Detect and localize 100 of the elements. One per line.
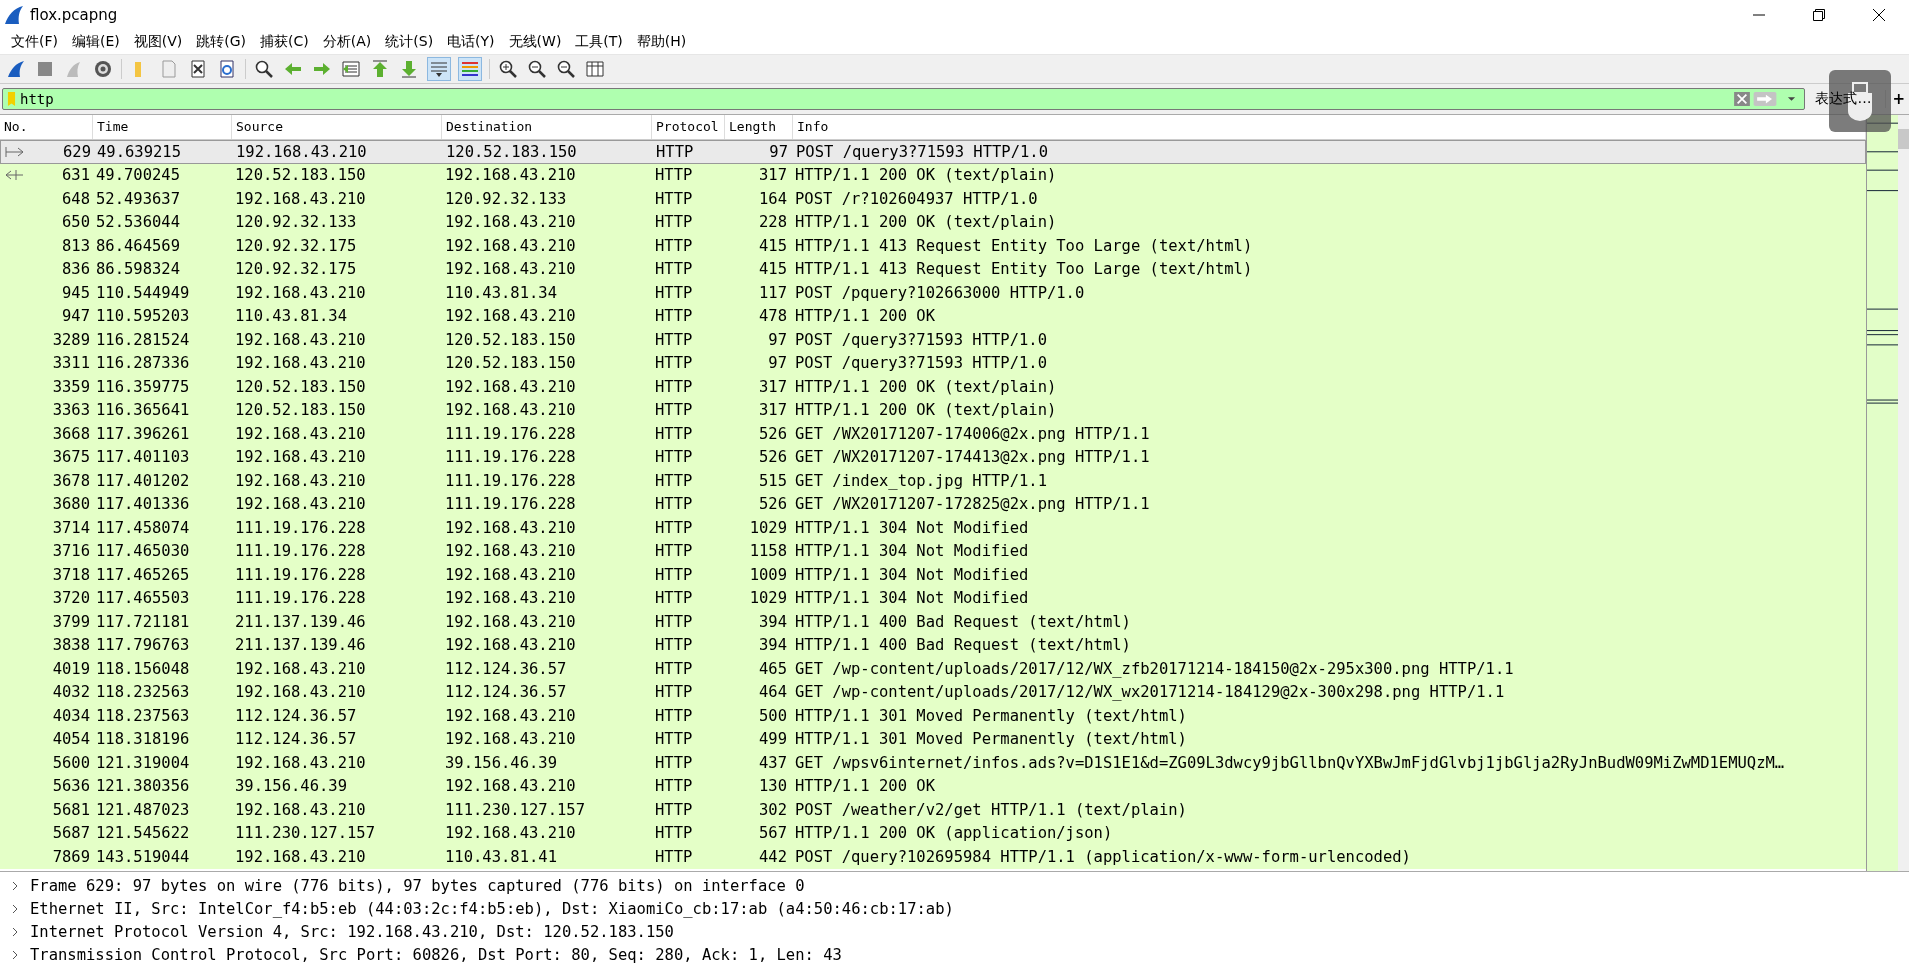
- menu-item[interactable]: 无线(W): [501, 31, 569, 53]
- packet-row[interactable]: 7869 143.519044 192.168.43.210 110.43.81.41 HTTP 442 POST /query?102695984 HTTP/1.1 (application/x-www-form-urlencoded): [0, 845, 1866, 869]
- packet-row[interactable]: 4032 118.232563 192.168.43.210 112.124.36.57 HTTP 464 GET /wp-content/uploads/2017/12/WX_wx20171214-184129@2x-300x298.png HTTP/1.1: [0, 680, 1866, 704]
- packet-row[interactable]: 3311 116.287336 192.168.43.210 120.52.183.150 HTTP 97 POST /query3?71593 HTTP/1.0: [0, 351, 1866, 375]
- resize-columns-icon[interactable]: [584, 58, 606, 80]
- table-cell-text: 116.359775: [95, 377, 191, 396]
- menu-item[interactable]: 工具(T): [568, 31, 630, 53]
- packet-row[interactable]: 5636 121.380356 39.156.46.39 192.168.43.210 HTTP 130 HTTP/1.1 200 OK: [0, 774, 1866, 798]
- dropdown-caret-icon[interactable]: [1787, 96, 1797, 102]
- packet-row[interactable]: 4054 118.318196 112.124.36.57 192.168.43.210 HTTP 499 HTTP/1.1 301 Moved Permanently (text/html): [0, 727, 1866, 751]
- packet-row[interactable]: 5687 121.545622 111.230.127.157 192.168.43.210 HTTP 567 HTTP/1.1 200 OK (application/json): [0, 821, 1866, 845]
- menu-item[interactable]: 电话(Y): [440, 31, 502, 53]
- table-cell-text: HTTP: [654, 753, 694, 772]
- packet-row[interactable]: 4019 118.156048 192.168.43.210 112.124.36.57 HTTP 465 GET /wp-content/uploads/2017/12/WX_zfb20171214-184150@2x-295x300.png HTTP/1.1: [0, 657, 1866, 681]
- menu-item[interactable]: 捕获(C): [253, 31, 316, 53]
- table-cell-text: HTTP/1.1 304 Not Modified: [794, 542, 1030, 561]
- autoscroll-icon[interactable]: [427, 57, 451, 81]
- menu-item[interactable]: 帮助(H): [629, 31, 694, 53]
- table-cell-text: HTTP: [654, 283, 694, 302]
- table-cell-text: 121.487023: [95, 800, 191, 819]
- table-cell-text: HTTP: [654, 401, 694, 420]
- expression-button[interactable]: 表达式…: [1805, 90, 1882, 108]
- table-cell: 947: [62, 307, 90, 326]
- shark-fin-icon: [4, 5, 24, 25]
- response-arrow-icon: [4, 169, 24, 182]
- table-cell-text: 192.168.43.210: [234, 847, 367, 866]
- detail-item[interactable]: Frame 629: 97 bytes on wire (776 bits), 97 bytes captured (776 bits) on interface 0: [30, 876, 805, 895]
- packet-row[interactable]: 813 86.464569 120.92.32.175 192.168.43.210 HTTP 415 HTTP/1.1 413 Request Entity Too Large (text/html): [0, 234, 1866, 258]
- detail-item[interactable]: Ethernet II, Src: IntelCor_f4:b5:eb (44:03:2c:f4:b5:eb), Dst: XiaomiCo_cb:17:ab (a4:50:46:cb:17:ab): [30, 899, 954, 918]
- packet-row[interactable]: 3678 117.401202 192.168.43.210 111.19.176.228 HTTP 515 GET /index_top.jpg HTTP/1.1: [0, 469, 1866, 493]
- packet-row[interactable]: 629 49.639215 192.168.43.210 120.52.183.150 HTTP 97 POST /query3?71593 HTTP/1.0: [0, 140, 1866, 164]
- packet-row[interactable]: 3838 117.796763 211.137.139.46 192.168.43.210 HTTP 394 HTTP/1.1 400 Bad Request (text/html): [0, 633, 1866, 657]
- table-cell-text: 39.156.46.39: [234, 777, 348, 796]
- table-cell-text: HTTP: [654, 354, 694, 373]
- zoom-out-icon[interactable]: [526, 58, 548, 80]
- table-cell-text: HTTP: [654, 565, 694, 584]
- table-cell-text: 117.401202: [95, 471, 191, 490]
- packet-row[interactable]: 3799 117.721181 211.137.139.46 192.168.43.210 HTTP 394 HTTP/1.1 400 Bad Request (text/html): [0, 610, 1866, 634]
- packet-row[interactable]: 836 86.598324 120.92.32.175 192.168.43.210 HTTP 415 HTTP/1.1 413 Request Entity Too Large (text/html): [0, 257, 1866, 281]
- table-cell-text: POST /pquery?102663000 HTTP/1.0: [794, 283, 1086, 302]
- display-filter-field[interactable]: http: [2, 88, 1806, 110]
- zoom-reset-icon[interactable]: [555, 58, 577, 80]
- menu-item[interactable]: 视图(V): [126, 31, 190, 53]
- usb-drive-overlay[interactable]: [1829, 70, 1891, 132]
- column-header[interactable]: Protocol: [652, 115, 725, 139]
- column-header[interactable]: No.: [0, 115, 93, 139]
- packet-row[interactable]: 3675 117.401103 192.168.43.210 111.19.176.228 HTTP 526 GET /WX20171207-174413@2x.png HTTP/1.1: [0, 445, 1866, 469]
- table-cell-text: 192.168.43.210: [234, 354, 367, 373]
- table-cell: 3678: [52, 471, 90, 490]
- packet-row[interactable]: 945 110.544949 192.168.43.210 110.43.81.34 HTTP 117 POST /pquery?102663000 HTTP/1.0: [0, 281, 1866, 305]
- table-cell-text: 317: [758, 401, 788, 420]
- table-cell-text: 192.168.43.210: [234, 424, 367, 443]
- detail-item[interactable]: Transmission Control Protocol, Src Port: 60826, Dst Port: 80, Seq: 280, Ack: 1, Len: 43: [30, 945, 842, 964]
- packet-row[interactable]: 947 110.595203 110.43.81.34 192.168.43.210 HTTP 478 HTTP/1.1 200 OK: [0, 304, 1866, 328]
- column-header[interactable]: Time: [93, 115, 232, 139]
- table-cell-text: 117.465265: [95, 565, 191, 584]
- add-filter-button[interactable]: +: [1890, 90, 1907, 108]
- packet-row[interactable]: 3363 116.365641 120.52.183.150 192.168.43.210 HTTP 317 HTTP/1.1 200 OK (text/plain): [0, 398, 1866, 422]
- table-cell-text: 478: [758, 307, 788, 326]
- packet-row[interactable]: 3680 117.401336 192.168.43.210 111.19.176.228 HTTP 526 GET /WX20171207-172825@2x.png HTTP/1.1: [0, 492, 1866, 516]
- column-header[interactable]: Length: [725, 115, 793, 139]
- packet-row[interactable]: 3714 117.458074 111.19.176.228 192.168.43.210 HTTP 1029 HTTP/1.1 304 Not Modified: [0, 516, 1866, 540]
- packet-row[interactable]: 3720 117.465503 111.19.176.228 192.168.43.210 HTTP 1029 HTTP/1.1 304 Not Modified: [0, 586, 1866, 610]
- column-header[interactable]: Destination: [442, 115, 652, 139]
- menu-item[interactable]: 分析(A): [315, 31, 379, 53]
- packet-row[interactable]: 3716 117.465030 111.19.176.228 192.168.43.210 HTTP 1158 HTTP/1.1 304 Not Modified: [0, 539, 1866, 563]
- settings-icon[interactable]: [92, 58, 114, 80]
- scrollbar[interactable]: [1898, 115, 1909, 871]
- packet-row[interactable]: 3289 116.281524 192.168.43.210 120.52.183.150 HTTP 97 POST /query3?71593 HTTP/1.0: [0, 328, 1866, 352]
- shark-fin-icon[interactable]: [5, 58, 27, 80]
- packet-row[interactable]: 648 52.493637 192.168.43.210 120.92.32.133 HTTP 164 POST /r?102604937 HTTP/1.0: [0, 187, 1866, 211]
- table-cell-text: 120.92.32.175: [234, 236, 358, 255]
- close-icon[interactable]: [1872, 8, 1886, 22]
- table-cell-text: HTTP/1.1 200 OK (text/plain): [794, 166, 1058, 185]
- packet-row[interactable]: 631 49.700245 120.52.183.150 192.168.43.210 HTTP 317 HTTP/1.1 200 OK (text/plain): [0, 163, 1866, 187]
- table-cell-text: 192.168.43.210: [444, 565, 577, 584]
- table-cell-text: 192.168.43.210: [444, 166, 577, 185]
- packet-row[interactable]: 5600 121.319004 192.168.43.210 39.156.46.39 HTTP 437 GET /wpsv6internet/infos.ads?v=D1S1E1&d=ZG09L3dwcy9jbGllbnQvYXBwJmFjdGlvbj1jbGlja2RyJnBudW09MiZwMD1EMUQzM…: [0, 751, 1866, 775]
- packet-row[interactable]: 650 52.536044 120.92.32.133 192.168.43.210 HTTP 228 HTTP/1.1 200 OK (text/plain): [0, 210, 1866, 234]
- menu-item[interactable]: 跳转(G): [189, 31, 254, 53]
- packet-row[interactable]: 3668 117.396261 192.168.43.210 111.19.176.228 HTTP 526 GET /WX20171207-174006@2x.png HTTP/1.1: [0, 422, 1866, 446]
- packet-row[interactable]: 3718 117.465265 111.19.176.228 192.168.43.210 HTTP 1009 HTTP/1.1 304 Not Modified: [0, 563, 1866, 587]
- menu-item[interactable]: 统计(S): [378, 31, 441, 53]
- clear-icon[interactable]: [1734, 92, 1751, 106]
- menu-item[interactable]: 编辑(E): [65, 31, 127, 53]
- packet-row[interactable]: 5681 121.487023 192.168.43.210 111.230.127.157 HTTP 302 POST /weather/v2/get HTTP/1.1 (text/plain): [0, 798, 1866, 822]
- column-header[interactable]: Source: [232, 115, 442, 139]
- detail-item[interactable]: Internet Protocol Version 4, Src: 192.168.43.210, Dst: 120.52.183.150: [30, 922, 674, 941]
- packet-row[interactable]: 4034 118.237563 112.124.36.57 192.168.43.210 HTTP 500 HTTP/1.1 301 Moved Permanently (text/html): [0, 704, 1866, 728]
- colorize-icon[interactable]: [458, 57, 482, 81]
- maximize-icon[interactable]: [1812, 8, 1826, 22]
- packet-row[interactable]: 3359 116.359775 120.52.183.150 192.168.43.210 HTTP 317 HTTP/1.1 200 OK (text/plain): [0, 375, 1866, 399]
- table-cell-text: 111.19.176.228: [444, 448, 577, 467]
- table-cell: 650: [62, 213, 90, 232]
- zoom-in-icon[interactable]: [497, 58, 519, 80]
- table-cell-text: 192.168.43.210: [234, 659, 367, 678]
- table-cell-text: 118.232563: [95, 683, 191, 702]
- search-icon[interactable]: [253, 58, 275, 80]
- table-cell-text: HTTP: [654, 166, 694, 185]
- menu-item[interactable]: 文件(F): [4, 31, 65, 53]
